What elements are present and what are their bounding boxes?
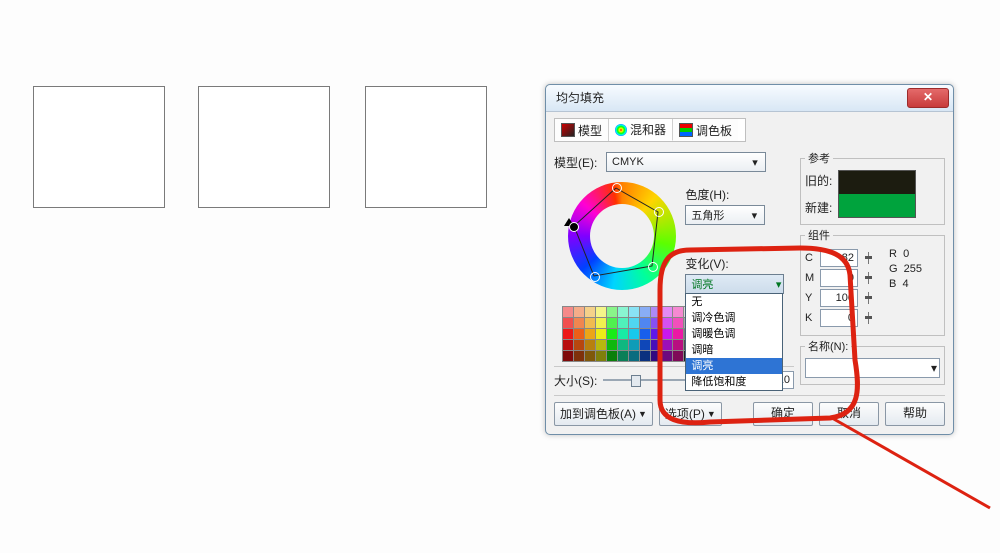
canvas-rect-3 xyxy=(365,86,487,208)
hue-harmony-combo[interactable]: 五角形 ▾ xyxy=(685,205,765,225)
chevron-down-icon: ▾ xyxy=(747,209,761,222)
tab-model-label: 模型 xyxy=(578,122,602,139)
tab-mixer[interactable]: 混和器 xyxy=(609,119,673,141)
model-icon xyxy=(561,123,575,137)
variation-option-none[interactable]: 无 xyxy=(686,294,782,310)
hue-harmony-value: 五角形 xyxy=(691,207,724,223)
canvas-rect-1 xyxy=(33,86,165,208)
dialog-footer: 加到调色板(A)▼ 选项(P)▼ 确定 取消 帮助 xyxy=(554,395,945,426)
m-value[interactable]: 0 xyxy=(820,269,858,287)
dialog-title: 均匀填充 xyxy=(556,85,604,111)
tab-strip: 模型 混和器 调色板 xyxy=(554,118,746,142)
c-slider[interactable] xyxy=(861,250,875,266)
components-legend: 组件 xyxy=(805,227,833,243)
tab-palette[interactable]: 调色板 xyxy=(673,119,738,141)
chevron-down-icon: ▾ xyxy=(776,278,782,291)
rgb-readout: R 0 G 255 B 4 xyxy=(889,247,922,329)
size-label: 大小(S): xyxy=(554,372,597,389)
old-color-label: 旧的: xyxy=(805,172,832,189)
k-value[interactable]: 0 xyxy=(820,309,858,327)
titlebar[interactable]: 均匀填充 ✕ xyxy=(546,85,953,112)
add-to-palette-button[interactable]: 加到调色板(A)▼ xyxy=(554,402,653,426)
variation-combo[interactable]: 调亮 ▾ 无 调冷色调 调暖色调 调暗 调亮 降低饱和度 xyxy=(685,274,784,294)
m-slider[interactable] xyxy=(861,270,875,286)
options-button[interactable]: 选项(P)▼ xyxy=(659,402,722,426)
k-slider[interactable] xyxy=(861,310,875,326)
chevron-down-icon: ▾ xyxy=(748,156,762,169)
mixer-icon xyxy=(615,124,627,136)
help-button[interactable]: 帮助 xyxy=(885,402,945,426)
name-legend: 名称(N): xyxy=(805,338,851,354)
ok-button[interactable]: 确定 xyxy=(753,402,813,426)
variation-option-lighter[interactable]: 调亮 xyxy=(686,358,782,374)
tab-palette-label: 调色板 xyxy=(696,122,732,139)
reference-group: 参考 旧的: 新建: xyxy=(800,150,945,225)
color-model-combo[interactable]: CMYK ▾ xyxy=(606,152,766,172)
variation-option-desat[interactable]: 降低饱和度 xyxy=(686,374,782,390)
color-wheel[interactable] xyxy=(562,180,682,298)
chevron-down-icon: ▼ xyxy=(707,404,716,424)
cancel-button[interactable]: 取消 xyxy=(819,402,879,426)
variation-option-darker[interactable]: 调暗 xyxy=(686,342,782,358)
color-model-value: CMYK xyxy=(612,156,644,168)
name-group: 名称(N): ▾ xyxy=(800,338,945,385)
variation-dropdown-list: 无 调冷色调 调暖色调 调暗 调亮 降低饱和度 xyxy=(685,293,783,391)
canvas-rect-2 xyxy=(198,86,330,208)
reference-swatch xyxy=(838,170,916,218)
components-group: 组件 C82 M0 Y100 K0 R 0 G 255 B 4 xyxy=(800,227,945,336)
variation-label: 变化(V): xyxy=(685,255,775,272)
size-slider-thumb[interactable] xyxy=(631,375,641,387)
close-button[interactable]: ✕ xyxy=(907,88,949,108)
color-name-combo[interactable]: ▾ xyxy=(805,358,940,378)
y-slider[interactable] xyxy=(861,290,875,306)
variation-palette-grid[interactable] xyxy=(562,306,695,362)
variation-option-cooler[interactable]: 调冷色调 xyxy=(686,310,782,326)
tab-mixer-label: 混和器 xyxy=(630,121,666,138)
y-value[interactable]: 100 xyxy=(820,289,858,307)
model-label: 模型(E): xyxy=(554,154,602,171)
variation-value: 调亮 xyxy=(691,276,713,292)
hue-label: 色度(H): xyxy=(685,186,775,203)
palette-icon xyxy=(679,123,693,137)
chevron-down-icon: ▾ xyxy=(931,361,937,375)
new-color-label: 新建: xyxy=(805,199,832,216)
variation-option-warmer[interactable]: 调暖色调 xyxy=(686,326,782,342)
reference-legend: 参考 xyxy=(805,150,833,166)
tab-model[interactable]: 模型 xyxy=(555,119,609,141)
chevron-down-icon: ▼ xyxy=(638,404,647,424)
old-color-swatch[interactable] xyxy=(839,171,915,194)
c-value[interactable]: 82 xyxy=(820,249,858,267)
new-color-swatch[interactable] xyxy=(839,194,915,217)
uniform-fill-dialog: 均匀填充 ✕ 模型 混和器 调色板 模型(E): xyxy=(545,84,954,435)
